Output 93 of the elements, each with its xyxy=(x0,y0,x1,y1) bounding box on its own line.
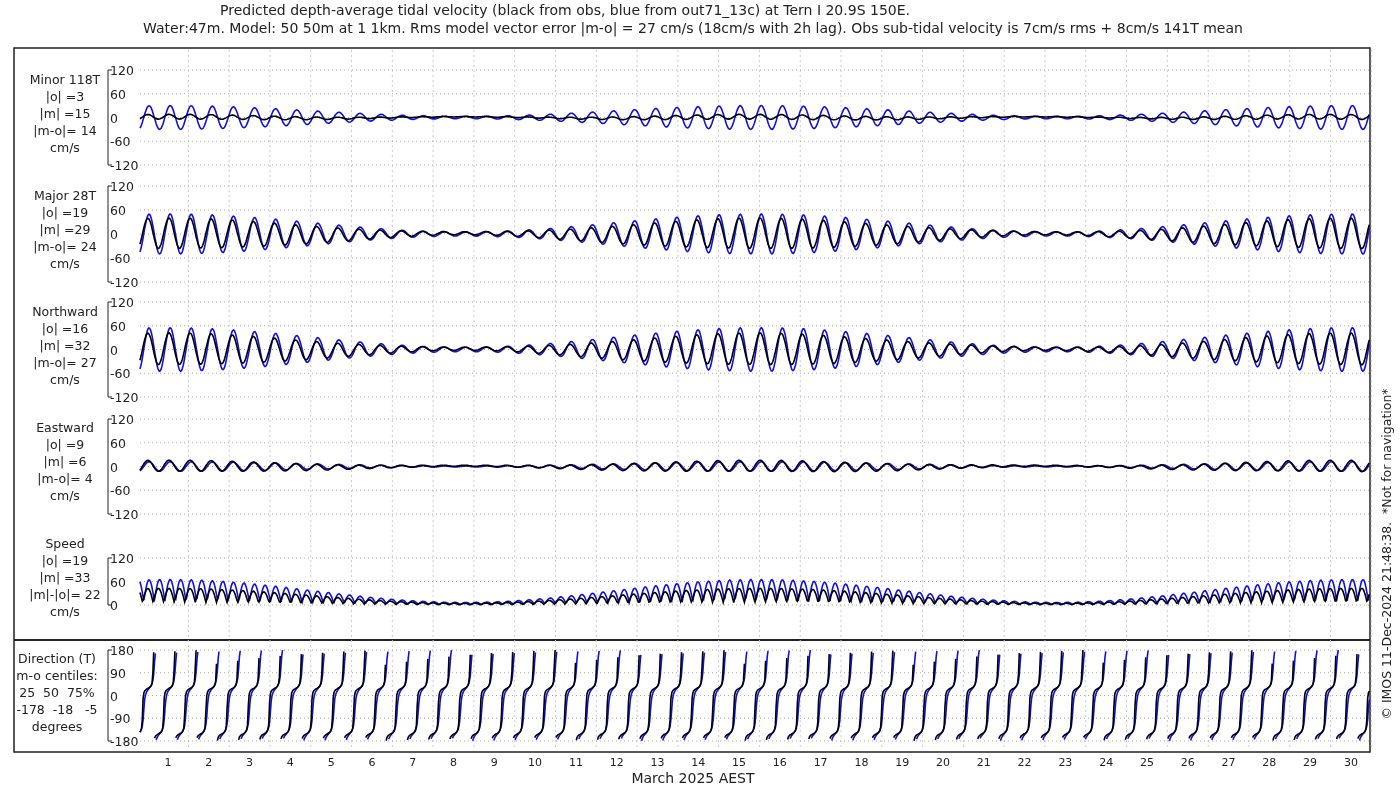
panel-label: Minor 118T xyxy=(29,72,101,87)
day-label: 6 xyxy=(368,756,376,769)
panel-label: |o| =3 xyxy=(45,89,85,104)
axis-tick-label: 0 xyxy=(110,459,118,475)
panel-label: 25 50 75% xyxy=(19,685,95,700)
axis-tick-label: -120 xyxy=(110,390,139,405)
axis-tick-label: 120 xyxy=(110,179,134,194)
day-label: 4 xyxy=(286,756,294,769)
day-label: 1 xyxy=(164,756,172,769)
panel-label: |m-o|= 27 xyxy=(33,355,97,370)
axis-tick-label: 120 xyxy=(110,63,134,78)
panel-label: -178 -18 -5 xyxy=(16,702,98,717)
axis-tick-label: -120 xyxy=(110,275,139,290)
day-label: 12 xyxy=(609,756,624,769)
panel-label: |m| =6 xyxy=(43,454,87,469)
day-label: 19 xyxy=(895,756,910,769)
panel-label: Direction (T) xyxy=(18,651,96,666)
day-label: 14 xyxy=(691,756,706,769)
x-axis-title: March 2025 AEST xyxy=(631,770,755,786)
day-label: 13 xyxy=(650,756,665,769)
day-label: 21 xyxy=(976,756,991,769)
chart-title: Water:47m. Model: 50 50m at 1 1km. Rms model vector error |m-o| = 27 cm/s (18cm/s with 2h lag). Obs sub-tidal velocity is 7cm/s rms + 8cm/s 141T mean xyxy=(143,20,1243,36)
day-label: 16 xyxy=(772,756,787,769)
panel-label: Speed xyxy=(45,536,85,551)
axis-tick-label: -120 xyxy=(110,158,139,173)
day-label: 2 xyxy=(205,756,213,769)
copyright-notice: © IMOS 11-Dec-2024 21:48:38. *Not for navigation* xyxy=(1379,388,1394,720)
panel-label: |o| =16 xyxy=(41,321,89,336)
day-label: 15 xyxy=(732,756,747,769)
day-label: 10 xyxy=(528,756,543,769)
panel-label: |m-o|= 14 xyxy=(33,123,97,138)
axis-tick-label: -60 xyxy=(110,483,131,499)
panel-label: Major 28T xyxy=(33,188,97,203)
axis-tick-label: -60 xyxy=(110,251,131,266)
day-label: 26 xyxy=(1180,756,1195,769)
axis-tick-label: -60 xyxy=(110,366,131,382)
panel-label: Eastward xyxy=(36,420,94,435)
panel-label: m-o centiles: xyxy=(16,668,98,683)
day-label: 5 xyxy=(327,756,335,769)
day-label: 29 xyxy=(1303,756,1318,769)
panel-label: cm/s xyxy=(50,488,80,503)
axis-tick-label: 0 xyxy=(110,688,118,704)
axis-tick-label: -60 xyxy=(110,134,131,150)
panel-label: |o| =19 xyxy=(41,205,89,220)
day-label: 17 xyxy=(813,756,828,769)
axis-tick-label: 60 xyxy=(110,574,126,590)
axis-tick-label: -180 xyxy=(110,734,139,749)
panel-label: |m| =32 xyxy=(39,338,91,353)
y-axis-line xyxy=(107,557,113,606)
day-label: 3 xyxy=(246,756,254,769)
axis-tick-label: 120 xyxy=(110,295,134,310)
panel-label: cm/s xyxy=(50,256,80,271)
day-label: 22 xyxy=(1017,756,1032,769)
panel-label: cm/s xyxy=(50,604,80,619)
axis-tick-label: -90 xyxy=(110,711,131,727)
day-label: 7 xyxy=(409,756,417,769)
day-label: 24 xyxy=(1099,756,1114,769)
panel-label: degrees xyxy=(31,719,83,734)
axis-tick-label: 60 xyxy=(110,435,126,451)
axis-tick-label: 120 xyxy=(110,551,134,566)
day-label: 8 xyxy=(450,756,458,769)
day-label: 25 xyxy=(1139,756,1154,769)
axis-tick-label: 0 xyxy=(110,227,118,242)
axis-tick-label: -120 xyxy=(110,507,139,522)
panel-label: |m| =33 xyxy=(39,570,91,585)
axis-tick-label: 0 xyxy=(110,342,118,358)
axis-tick-label: 60 xyxy=(110,86,126,102)
panel-label: |m-o|= 4 xyxy=(37,471,93,486)
day-label: 20 xyxy=(936,756,950,769)
day-label: 23 xyxy=(1058,756,1073,769)
day-label: 11 xyxy=(568,756,583,769)
panel-label: |o| =19 xyxy=(41,553,89,568)
day-label: 27 xyxy=(1221,756,1236,769)
axis-tick-label: 60 xyxy=(110,203,126,218)
panel-label: Northward xyxy=(32,304,98,319)
panel-label: |m| =15 xyxy=(39,106,91,121)
panel-label: |o| =9 xyxy=(45,437,85,452)
axis-tick-label: 180 xyxy=(110,643,134,658)
day-label: 18 xyxy=(854,756,869,769)
day-label: 30 xyxy=(1343,756,1358,769)
axis-tick-label: 120 xyxy=(110,412,134,427)
axis-tick-label: 0 xyxy=(110,110,118,126)
panel-label: |m| =29 xyxy=(39,222,91,237)
panel-label: cm/s xyxy=(50,140,80,155)
day-label: 28 xyxy=(1262,756,1277,769)
axis-tick-label: 60 xyxy=(110,318,126,334)
panel-label: |m-o|= 24 xyxy=(33,239,97,254)
axis-tick-label: 90 xyxy=(110,665,126,681)
axis-tick-label: 0 xyxy=(110,598,118,613)
day-label: 9 xyxy=(490,756,498,769)
panel-label: |m|-|o|= 22 xyxy=(29,587,101,602)
chart-title: Predicted depth-average tidal velocity (black from obs, blue from out71_13c) at Tern I 20.9S 150E. xyxy=(220,2,910,18)
panel-label: cm/s xyxy=(50,372,80,387)
